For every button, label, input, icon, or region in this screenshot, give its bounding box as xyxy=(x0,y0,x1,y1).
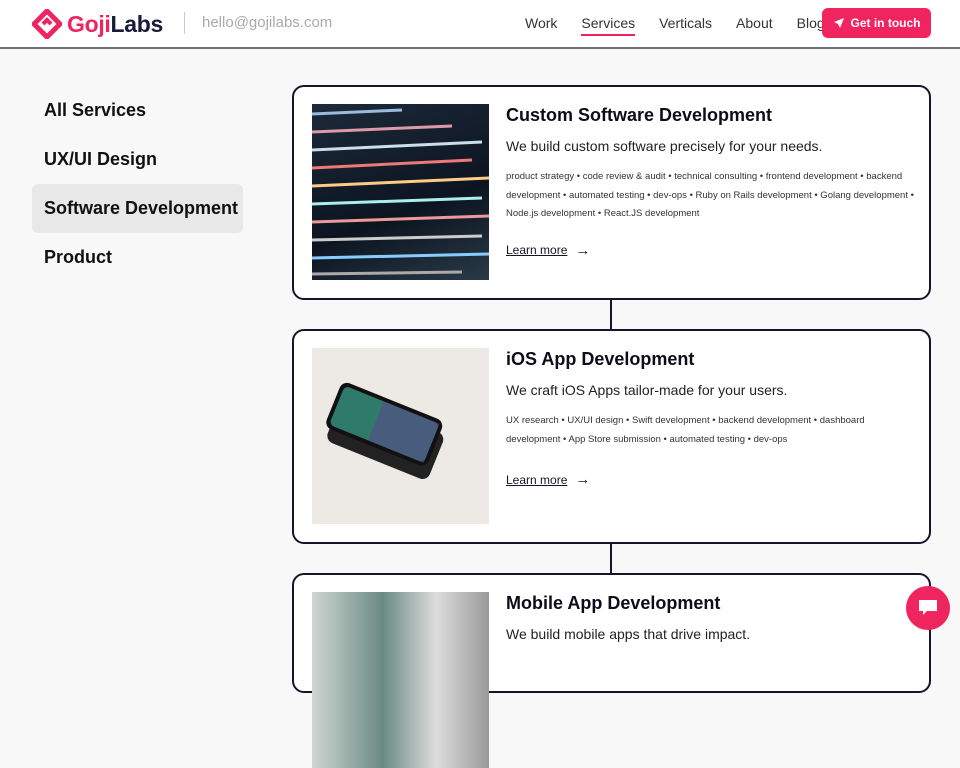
nav-blog[interactable]: Blog xyxy=(797,15,825,31)
divider xyxy=(184,12,185,34)
service-card: Mobile App Development We build mobile a… xyxy=(292,573,931,768)
code-image xyxy=(312,104,489,280)
logo-labs: Labs xyxy=(110,10,164,37)
service-title: Mobile App Development xyxy=(506,593,721,613)
main-nav: Work Services Verticals About Blog xyxy=(525,15,849,36)
header: GojiLabs hello@gojilabs.com Work Service… xyxy=(0,0,960,49)
send-icon xyxy=(833,18,844,28)
logo[interactable]: GojiLabs xyxy=(32,9,163,39)
connector-line xyxy=(610,298,612,330)
learn-more-label: Learn more xyxy=(506,243,568,257)
chat-bubble-icon xyxy=(919,600,937,615)
learn-more-label: Learn more xyxy=(506,472,568,487)
code-lines-graphic xyxy=(312,108,489,276)
get-in-touch-button[interactable]: Get in touch xyxy=(822,8,931,38)
service-card: Custom Software Development We build cus… xyxy=(292,85,931,300)
learn-more-link[interactable]: Learn more → xyxy=(506,471,916,488)
services-sidebar: All Services UX/UI Design Software Devel… xyxy=(32,86,243,282)
service-subtitle: We build custom software precisely for y… xyxy=(506,138,823,154)
service-subtitle: We craft iOS Apps tailor-made for your u… xyxy=(506,382,788,398)
nav-work[interactable]: Work xyxy=(525,15,557,31)
sidebar-item-software-development[interactable]: Software Development xyxy=(32,184,243,233)
service-tags: UX research • UX/UI design • Swift devel… xyxy=(506,415,865,445)
arrow-right-icon: → xyxy=(575,471,591,488)
phones-graphic xyxy=(326,382,444,479)
iphone-image xyxy=(312,348,489,524)
service-title: Custom Software Development xyxy=(506,105,773,125)
service-tags: product strategy • code review & audit •… xyxy=(506,171,914,219)
service-title: iOS App Development xyxy=(506,349,695,369)
cta-label: Get in touch xyxy=(850,16,921,30)
chat-button[interactable] xyxy=(906,586,950,630)
logo-goji: Goji xyxy=(67,10,111,37)
nav-about[interactable]: About xyxy=(736,15,773,31)
mobile-app-image xyxy=(312,592,489,768)
gojilabs-logo-icon xyxy=(32,9,62,39)
sidebar-item-all-services[interactable]: All Services xyxy=(32,86,243,135)
connector-line xyxy=(610,542,612,574)
sidebar-item-product[interactable]: Product xyxy=(32,233,243,282)
nav-verticals[interactable]: Verticals xyxy=(659,15,712,31)
arrow-right-icon: → xyxy=(575,241,591,259)
sidebar-item-ux-ui-design[interactable]: UX/UI Design xyxy=(32,135,243,184)
nav-services[interactable]: Services xyxy=(581,15,635,36)
email-link[interactable]: hello@gojilabs.com xyxy=(202,14,332,31)
learn-more-link[interactable]: Learn more → xyxy=(506,242,916,259)
service-card: iOS App Development We craft iOS Apps ta… xyxy=(292,329,931,544)
